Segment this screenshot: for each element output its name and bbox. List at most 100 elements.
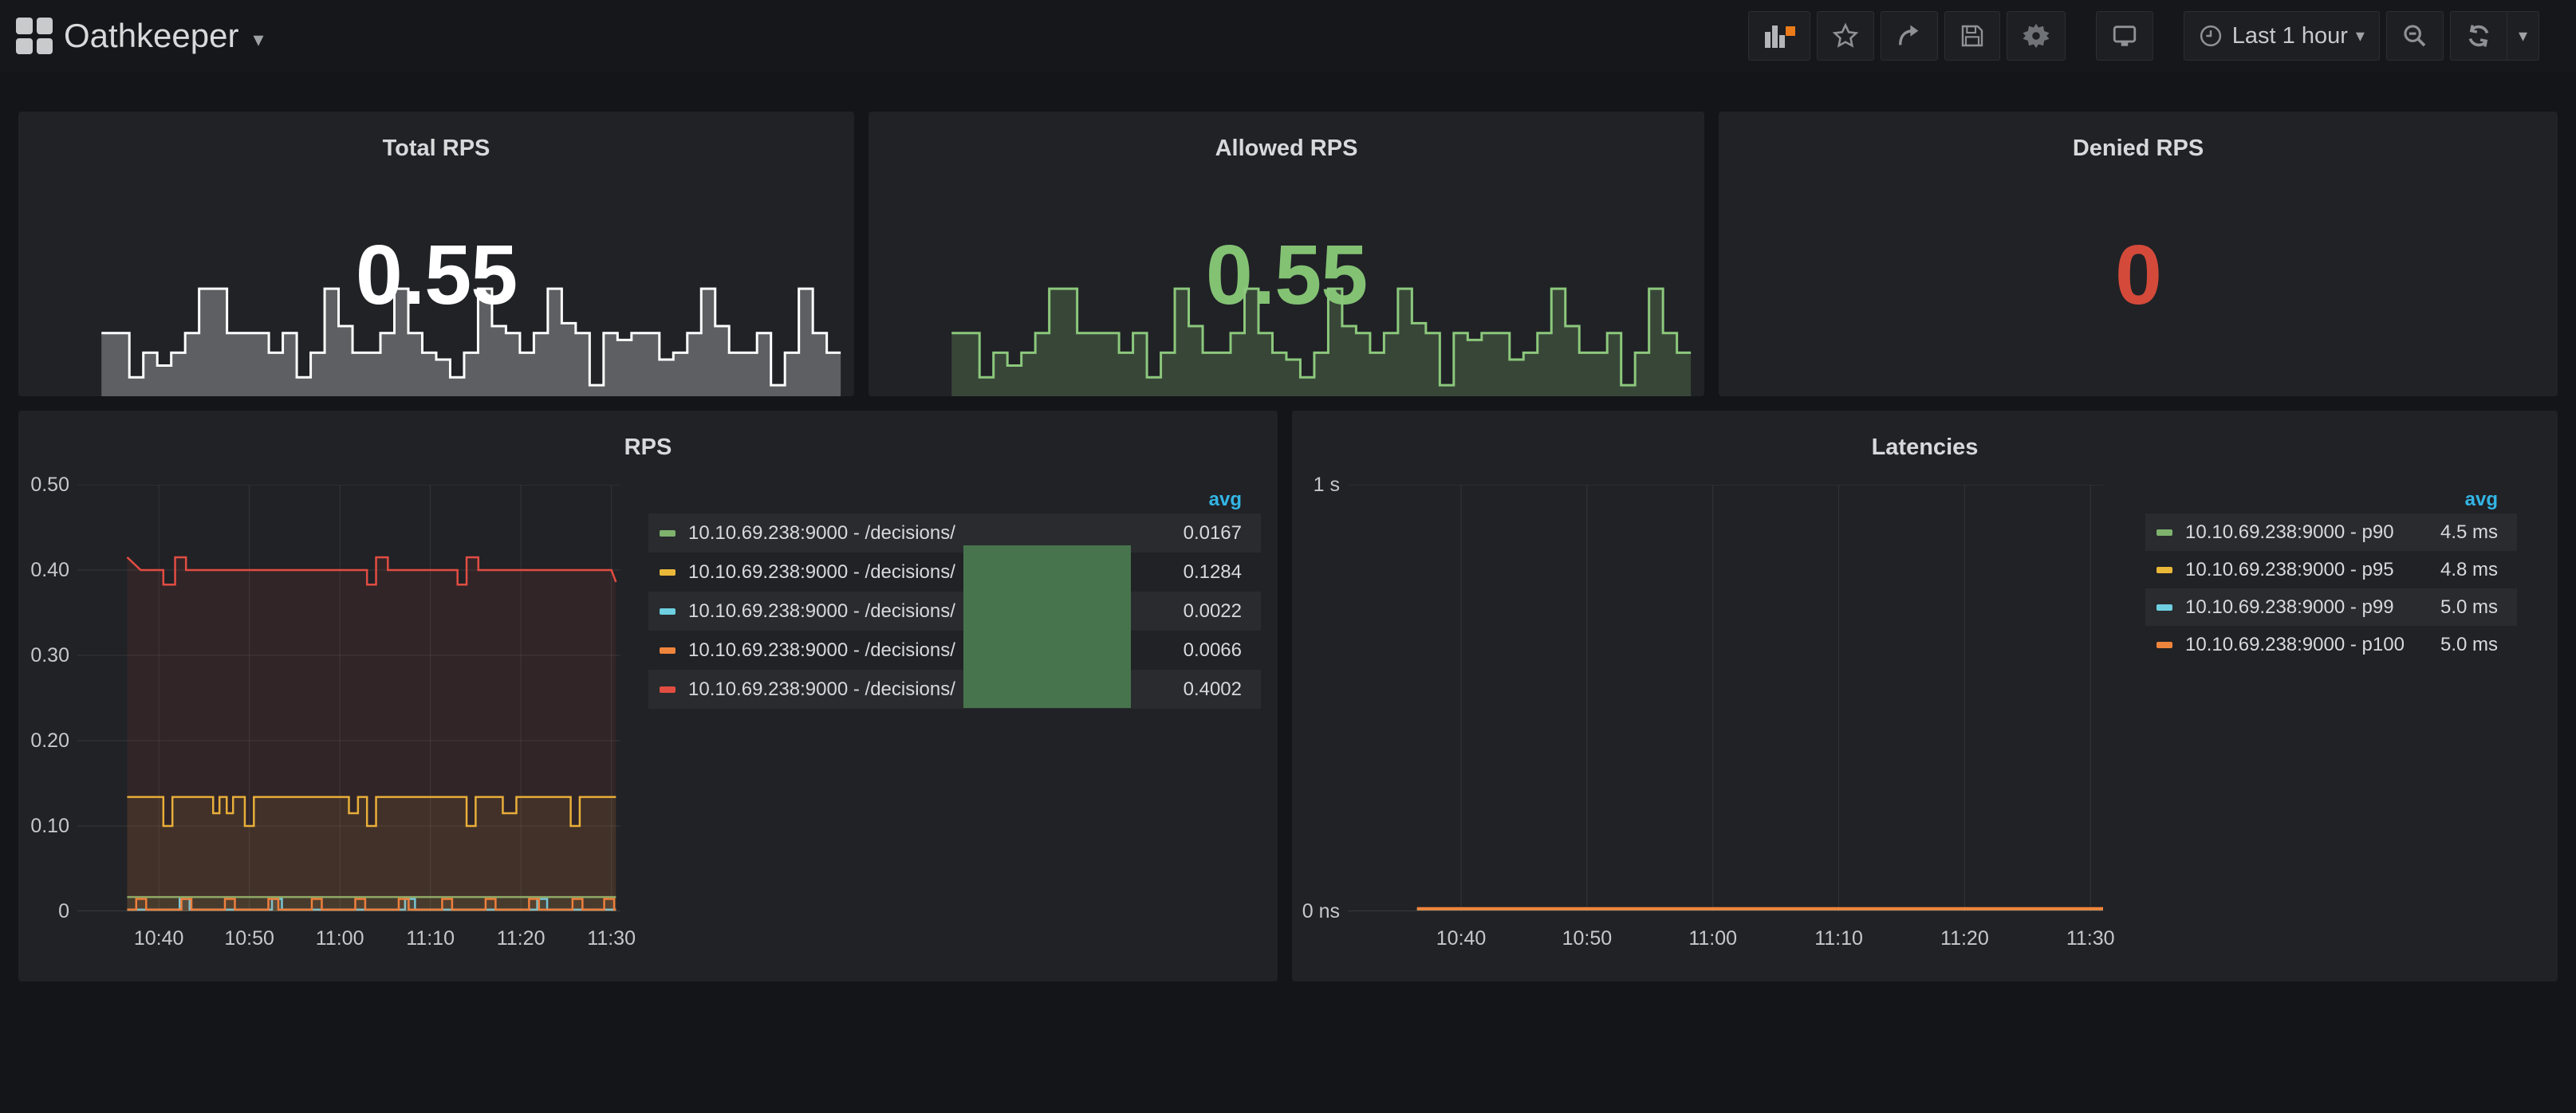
clock-icon bbox=[2199, 24, 2223, 48]
sparkline bbox=[876, 283, 1696, 396]
x-axis-tick: 10:50 bbox=[1539, 927, 1635, 950]
settings-button[interactable] bbox=[2007, 11, 2066, 61]
series-label[interactable]: 10.10.69.238:9000 - p99 bbox=[2185, 596, 2394, 619]
y-axis-tick: 0 ns bbox=[1292, 899, 1340, 923]
panel-denied-rps: Denied RPS 0 bbox=[1719, 112, 2558, 396]
series-avg-value: 4.5 ms bbox=[2424, 521, 2498, 544]
share-button[interactable] bbox=[1881, 11, 1938, 61]
sparkline bbox=[26, 283, 846, 396]
time-range-label: Last 1 hour bbox=[2232, 23, 2348, 49]
add-panel-button[interactable] bbox=[1748, 11, 1810, 61]
zoom-out-icon bbox=[2401, 22, 2428, 49]
green-overlay-box bbox=[963, 545, 1131, 708]
legend-avg-header[interactable]: avg bbox=[2145, 486, 2517, 513]
star-button[interactable] bbox=[1817, 11, 1874, 61]
panel-latencies-graph: Latencies 1 s 0 ns 10:40 10:50 11:00 11:10 11:… bbox=[1292, 411, 2558, 981]
time-range-picker[interactable]: Last 1 hour ▾ bbox=[2184, 11, 2380, 61]
tv-icon bbox=[2111, 22, 2138, 49]
x-axis-tick: 10:40 bbox=[1413, 927, 1509, 950]
save-button[interactable] bbox=[1944, 11, 2000, 61]
chevron-down-icon: ▾ bbox=[2356, 26, 2365, 46]
series-label[interactable]: 10.10.69.238:9000 - /decisions/ bbox=[688, 600, 955, 623]
legend-row[interactable]: 10.10.69.238:9000 - p100 5.0 ms bbox=[2145, 626, 2517, 663]
dashboard-title[interactable]: Oathkeeper ▾ bbox=[64, 0, 264, 72]
series-label[interactable]: 10.10.69.238:9000 - /decisions/ bbox=[688, 678, 955, 701]
series-avg-value: 0.0022 bbox=[1168, 600, 1242, 623]
series-label[interactable]: 10.10.69.238:9000 - /decisions/ bbox=[688, 561, 955, 584]
refresh-interval-dropdown[interactable]: ▾ bbox=[2507, 11, 2539, 61]
x-axis-tick: 11:00 bbox=[292, 927, 388, 950]
plot-area[interactable] bbox=[77, 485, 620, 911]
series-color-swatch[interactable] bbox=[660, 569, 676, 576]
x-axis-tick: 11:00 bbox=[1665, 927, 1761, 950]
y-axis-tick: 0.10 bbox=[18, 814, 69, 838]
refresh-icon bbox=[2465, 22, 2492, 49]
stat-value: 0 bbox=[1719, 223, 2558, 327]
series-label[interactable]: 10.10.69.238:9000 - /decisions/ bbox=[688, 522, 955, 545]
x-axis-tick: 11:30 bbox=[2042, 927, 2138, 950]
legend: avg10.10.69.238:9000 - /decisions/0.0167… bbox=[648, 486, 1261, 709]
series-avg-value: 0.0066 bbox=[1168, 639, 1242, 662]
legend-row[interactable]: 10.10.69.238:9000 - /decisions/0.0167 bbox=[648, 513, 1261, 553]
x-axis-tick: 10:50 bbox=[202, 927, 297, 950]
legend: avg10.10.69.238:9000 - p904.5 ms10.10.69… bbox=[2145, 486, 2517, 663]
panel-total-rps: Total RPS 0.55 bbox=[18, 112, 854, 396]
y-axis-tick: 0.50 bbox=[18, 473, 69, 497]
x-axis-tick: 10:40 bbox=[111, 927, 207, 950]
legend-row[interactable]: 10.10.69.238:9000 - /decisions/0.4002 bbox=[648, 670, 1261, 709]
add-panel-icon bbox=[1763, 22, 1795, 49]
legend-row[interactable]: 10.10.69.238:9000 - p90 4.5 ms bbox=[2145, 513, 2517, 551]
panel-title[interactable]: Denied RPS bbox=[1719, 136, 2558, 162]
series-avg-value: 0.1284 bbox=[1168, 561, 1242, 584]
legend-avg-header[interactable]: avg bbox=[648, 486, 1261, 513]
legend-row[interactable]: 10.10.69.238:9000 - p99 5.0 ms bbox=[2145, 588, 2517, 626]
legend-row[interactable]: 10.10.69.238:9000 - /decisions/0.0022 bbox=[648, 592, 1261, 631]
legend-row[interactable]: 10.10.69.238:9000 - /decisions/0.0066 bbox=[648, 631, 1261, 670]
panel-title[interactable]: Latencies bbox=[1292, 435, 2558, 461]
legend-row[interactable]: 10.10.69.238:9000 - p95 4.8 ms bbox=[2145, 551, 2517, 588]
panel-title[interactable]: Total RPS bbox=[18, 136, 854, 162]
series-color-swatch[interactable] bbox=[660, 530, 676, 537]
series-color-swatch[interactable] bbox=[660, 608, 676, 615]
y-axis-tick: 0.20 bbox=[18, 729, 69, 753]
dashboard-title-text: Oathkeeper bbox=[64, 17, 238, 55]
panel-allowed-rps: Allowed RPS 0.55 bbox=[869, 112, 1704, 396]
plot-area[interactable] bbox=[1348, 485, 2103, 911]
x-axis-tick: 11:20 bbox=[473, 927, 569, 950]
series-avg-value: 0.4002 bbox=[1168, 678, 1242, 701]
series-avg-value: 5.0 ms bbox=[2424, 634, 2498, 656]
series-color-swatch[interactable] bbox=[2157, 567, 2172, 573]
series-color-swatch[interactable] bbox=[660, 686, 676, 693]
panel-title[interactable]: RPS bbox=[18, 435, 1278, 461]
series-label[interactable]: 10.10.69.238:9000 - /decisions/ bbox=[688, 639, 955, 662]
y-axis-tick: 0.40 bbox=[18, 558, 69, 582]
series-label[interactable]: 10.10.69.238:9000 - p100 bbox=[2185, 634, 2405, 656]
x-axis-tick: 11:10 bbox=[383, 927, 479, 950]
series-avg-value: 5.0 ms bbox=[2424, 596, 2498, 619]
series-color-swatch[interactable] bbox=[2157, 642, 2172, 648]
save-icon bbox=[1960, 23, 1985, 49]
series-label[interactable]: 10.10.69.238:9000 - p95 bbox=[2185, 559, 2394, 581]
y-axis-tick: 1 s bbox=[1292, 473, 1340, 497]
top-nav-bar: Oathkeeper ▾ bbox=[0, 0, 2576, 72]
y-axis-tick: 0.30 bbox=[18, 643, 69, 667]
share-icon bbox=[1896, 22, 1923, 49]
x-axis-tick: 11:30 bbox=[564, 927, 660, 950]
chevron-down-icon: ▾ bbox=[2519, 26, 2527, 46]
dashboard-menu-icon[interactable] bbox=[16, 18, 53, 54]
series-color-swatch[interactable] bbox=[660, 647, 676, 654]
chevron-down-icon: ▾ bbox=[253, 27, 263, 52]
star-icon bbox=[1832, 22, 1859, 49]
cycle-view-button[interactable] bbox=[2096, 11, 2153, 61]
x-axis-tick: 11:10 bbox=[1791, 927, 1887, 950]
series-label[interactable]: 10.10.69.238:9000 - p90 bbox=[2185, 521, 2394, 544]
series-color-swatch[interactable] bbox=[2157, 604, 2172, 611]
series-avg-value: 4.8 ms bbox=[2424, 559, 2498, 581]
zoom-out-button[interactable] bbox=[2386, 11, 2444, 61]
gear-icon bbox=[2022, 22, 2050, 50]
series-color-swatch[interactable] bbox=[2157, 529, 2172, 536]
refresh-button[interactable] bbox=[2450, 11, 2507, 61]
series-avg-value: 0.0167 bbox=[1168, 522, 1242, 545]
legend-row[interactable]: 10.10.69.238:9000 - /decisions/0.1284 bbox=[648, 553, 1261, 592]
panel-title[interactable]: Allowed RPS bbox=[869, 136, 1704, 162]
